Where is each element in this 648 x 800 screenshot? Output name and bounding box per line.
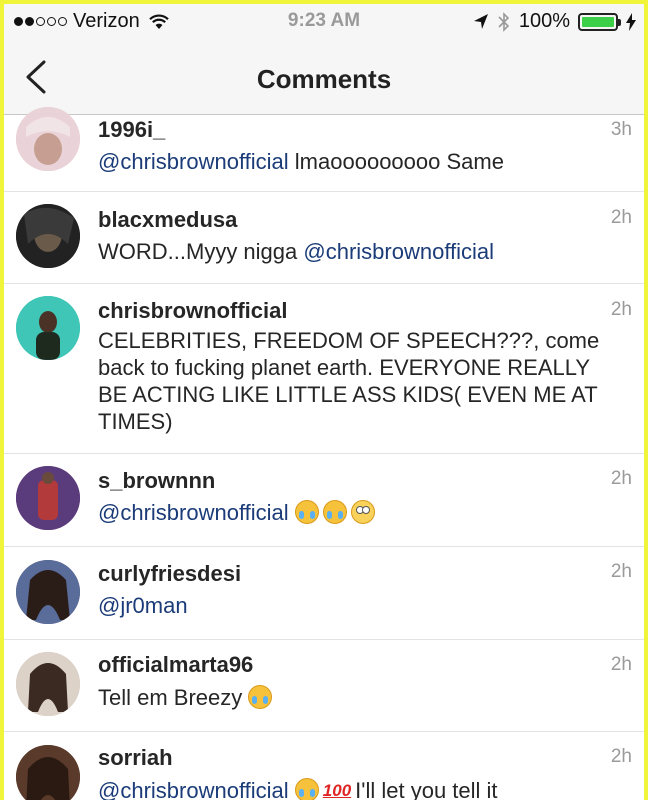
status-right: 100%	[473, 10, 636, 33]
comment-time: 2h	[610, 746, 632, 767]
comment-text: @chrisbrownofficial	[98, 499, 624, 526]
hundred-points-emoji-icon: 100	[322, 781, 352, 800]
comment-text: @chrisbrownofficial 100 I'll let you tell…	[98, 777, 624, 800]
avatar[interactable]	[16, 560, 80, 624]
comment-time: 3h	[610, 119, 632, 140]
tears-of-joy-emoji-icon	[322, 500, 347, 524]
navigation-bar: Comments	[4, 40, 644, 115]
comment-row: curlyfriesdesi 2h @jr0man	[4, 547, 644, 640]
comment-body: WORD...Myyy nigga	[98, 239, 298, 264]
mention-link[interactable]: @chrisbrownofficial	[303, 239, 494, 264]
status-bar: Verizon 9:23 AM 100%	[4, 4, 644, 40]
battery-icon	[578, 12, 621, 31]
charging-bolt-icon	[626, 12, 636, 31]
page-title: Comments	[256, 64, 392, 94]
comment-time: 2h	[610, 299, 632, 320]
tears-of-joy-emoji-icon	[248, 685, 273, 709]
comment-body: Tell em Breezy	[98, 685, 243, 710]
comment-time: 2h	[610, 468, 632, 489]
comment-text: @jr0man	[98, 592, 624, 619]
mention-link[interactable]: @jr0man	[98, 593, 188, 618]
comment-row: s_brownnn 2h @chrisbrownofficial	[4, 454, 644, 547]
comment-username[interactable]: s_brownnn	[98, 468, 215, 494]
comment-row: chrisbrownofficial 2h CELEBRITIES, FREED…	[4, 284, 644, 454]
battery-percent: 100%	[518, 10, 570, 32]
comment-username[interactable]: curlyfriesdesi	[98, 561, 241, 587]
comment-text: Tell em Breezy	[98, 684, 624, 711]
comment-time: 2h	[610, 561, 632, 582]
comment-username[interactable]: officialmarta96	[98, 652, 253, 678]
comment-body: CELEBRITIES, FREEDOM OF SPEECH???, come …	[98, 328, 600, 434]
tears-of-joy-emoji-icon	[294, 778, 319, 800]
comment-username[interactable]: blacxmedusa	[98, 207, 237, 233]
comment-list: 1996i_ 3h @chrisbrownofficial lmaooooooo…	[4, 107, 644, 800]
comment-body: I'll let you tell it	[355, 778, 498, 800]
comment-time: 2h	[610, 654, 632, 675]
bluetooth-icon	[498, 11, 509, 32]
comment-row: officialmarta96 2h Tell em Breezy	[4, 640, 644, 732]
comment-username[interactable]: sorriah	[98, 745, 173, 771]
comment-row: sorriah 2h @chrisbrownofficial 100 I'll l…	[4, 732, 644, 800]
avatar[interactable]	[16, 652, 80, 716]
avatar[interactable]	[16, 745, 80, 800]
screen: Verizon 9:23 AM 100% Comments 1996i_ 3h …	[4, 4, 644, 800]
avatar[interactable]	[16, 466, 80, 530]
comment-text: @chrisbrownofficial lmaooooooooo Same	[98, 148, 624, 175]
avatar[interactable]	[16, 296, 80, 360]
tears-of-joy-emoji-icon	[294, 500, 319, 524]
comment-row: blacxmedusa 2h WORD...Myyy nigga @chrisb…	[4, 192, 644, 284]
mention-link[interactable]: @chrisbrownofficial	[98, 149, 289, 174]
location-arrow-icon	[473, 13, 488, 29]
comment-row: 1996i_ 3h @chrisbrownofficial lmaooooooo…	[4, 107, 644, 192]
avatar[interactable]	[16, 107, 80, 171]
mention-link[interactable]: @chrisbrownofficial	[98, 500, 289, 525]
rolling-eyes-emoji-icon	[350, 500, 375, 524]
comment-time: 2h	[610, 207, 632, 228]
comment-text: WORD...Myyy nigga @chrisbrownofficial	[98, 238, 624, 265]
comment-username[interactable]: 1996i_	[98, 117, 165, 143]
comment-username[interactable]: chrisbrownofficial	[98, 298, 287, 324]
comment-body: lmaooooooooo Same	[294, 149, 504, 174]
avatar[interactable]	[16, 204, 80, 268]
mention-link[interactable]: @chrisbrownofficial	[98, 778, 289, 800]
